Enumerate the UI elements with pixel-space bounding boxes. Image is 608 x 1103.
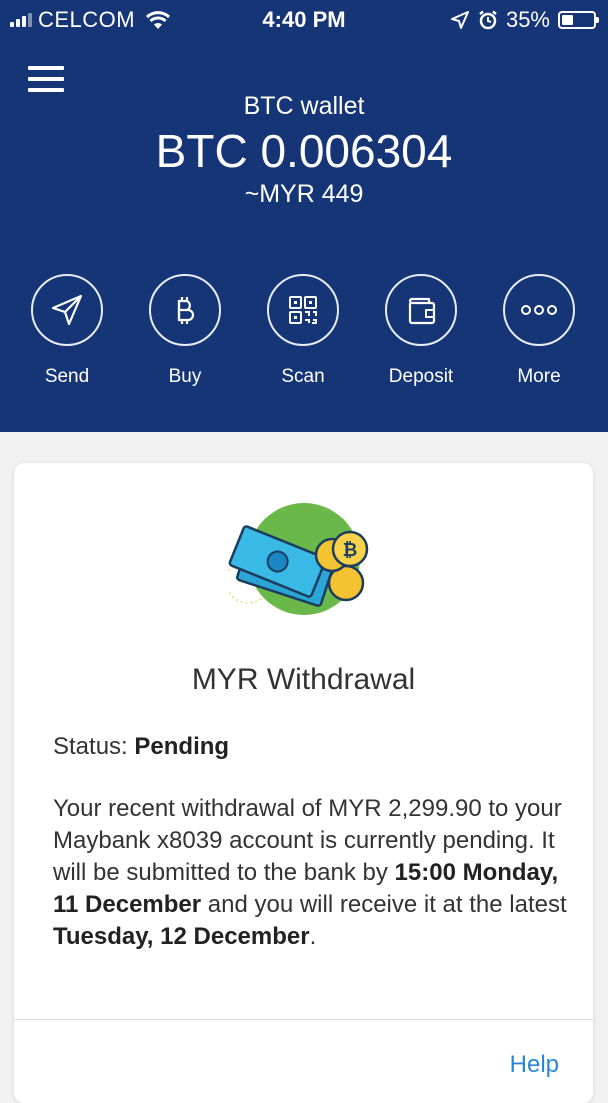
- wallet-fiat-value: ~MYR 449: [244, 180, 364, 208]
- location-arrow-icon: [450, 11, 469, 29]
- description-text: .: [309, 923, 317, 950]
- scan-button[interactable]: Scan: [248, 274, 358, 388]
- status-line: Status: Pending: [53, 733, 229, 761]
- wallet-icon: [385, 274, 457, 346]
- status-label: Status:: [53, 733, 128, 760]
- send-button[interactable]: Send: [12, 274, 122, 388]
- status-bar-right: 35%: [450, 7, 599, 33]
- deposit-label: Deposit: [388, 366, 454, 387]
- status-badge: Pending: [134, 733, 230, 760]
- more-label: More: [517, 366, 561, 387]
- description-text: and you will receive it at the latest: [201, 891, 567, 918]
- wallet-header: CELCOM 4:40 PM 35% BTC wallet BTC 0.0063…: [0, 0, 608, 432]
- wallet-title: BTC wallet: [243, 92, 365, 120]
- withdrawal-card: ₿ MYR Withdrawal Status: Pending Your re…: [14, 463, 593, 1103]
- battery-percent: 35%: [505, 7, 550, 32]
- qr-code-icon: [267, 274, 339, 346]
- help-link[interactable]: Help: [510, 1051, 559, 1079]
- more-button[interactable]: More: [484, 274, 594, 388]
- bitcoin-icon: [149, 274, 221, 346]
- more-icon: [503, 274, 575, 346]
- deposit-button[interactable]: Deposit: [366, 274, 476, 388]
- battery-icon: [558, 11, 599, 29]
- withdrawal-description: Your recent withdrawal of MYR 2,299.90 t…: [53, 793, 573, 953]
- alarm-icon: [479, 10, 497, 30]
- scan-label: Scan: [281, 366, 325, 387]
- send-icon: [31, 274, 103, 346]
- receive-date: Tuesday, 12 December: [53, 923, 310, 950]
- withdrawal-title: MYR Withdrawal: [191, 663, 416, 696]
- status-bar: CELCOM 4:40 PM 35%: [0, 0, 608, 40]
- send-label: Send: [44, 366, 90, 387]
- svg-text:₿: ₿: [343, 540, 358, 561]
- buy-button[interactable]: Buy: [130, 274, 240, 388]
- buy-label: Buy: [168, 366, 202, 387]
- wallet-balance: BTC 0.006304: [155, 125, 453, 177]
- hamburger-menu-icon[interactable]: [28, 66, 64, 92]
- money-coins-illustration: ₿: [228, 503, 369, 615]
- card-divider: [14, 1019, 593, 1020]
